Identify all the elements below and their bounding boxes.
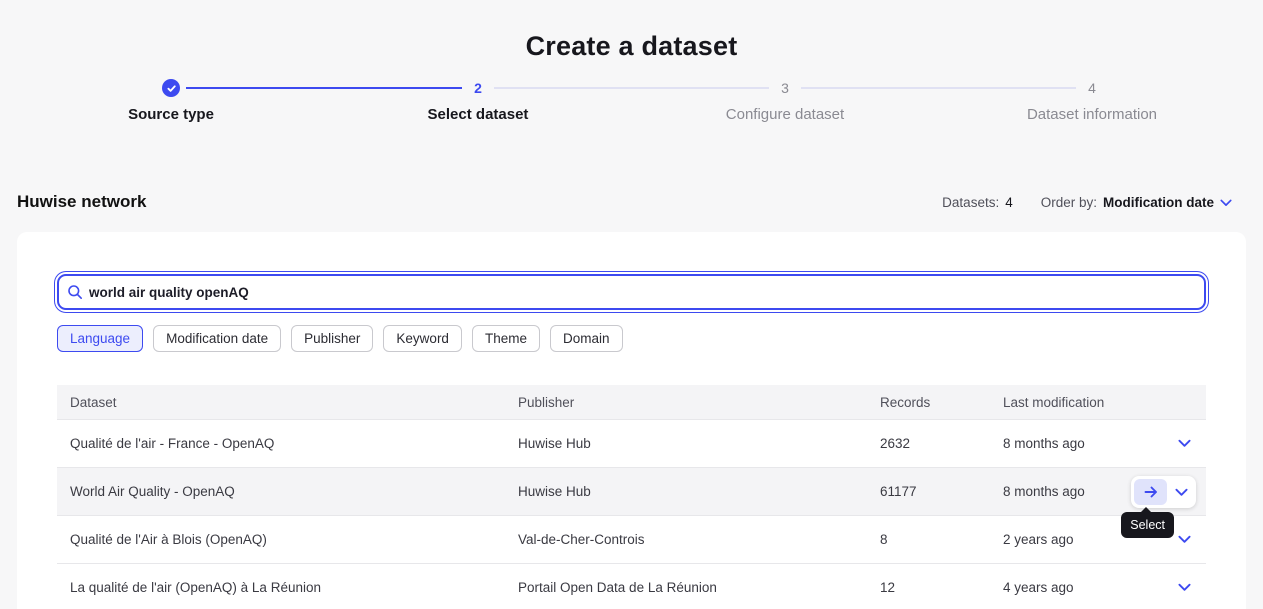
table-row[interactable]: Qualité de l'air - France - OpenAQ Huwis… (57, 420, 1206, 468)
dataset-name: Qualité de l'air - France - OpenAQ (57, 436, 518, 451)
column-header-publisher: Publisher (518, 395, 880, 410)
section-header: Huwise network Datasets: 4 Order by: Mod… (17, 192, 1232, 212)
filter-chip-publisher[interactable]: Publisher (291, 325, 373, 352)
column-header-records: Records (880, 395, 1003, 410)
publisher: Huwise Hub (518, 436, 880, 451)
step-dataset-information[interactable]: 4 Dataset information (972, 78, 1212, 123)
table-row[interactable]: Qualité de l'Air à Blois (OpenAQ) Val-de… (57, 516, 1206, 564)
step-configure-dataset[interactable]: 3 Configure dataset (665, 78, 905, 123)
filter-chip-domain[interactable]: Domain (550, 325, 623, 352)
publisher: Portail Open Data de La Réunion (518, 580, 880, 595)
filter-chip-modification-date[interactable]: Modification date (153, 325, 281, 352)
chevron-down-icon (1178, 583, 1191, 592)
records: 2632 (880, 436, 1003, 451)
column-header-dataset: Dataset (57, 395, 518, 410)
step-label: Source type (51, 106, 291, 123)
table-row[interactable]: La qualité de l'air (OpenAQ) à La Réunio… (57, 564, 1206, 609)
step-completed-check-icon (162, 79, 180, 97)
dataset-name: Qualité de l'Air à Blois (OpenAQ) (57, 532, 518, 547)
expand-row-button[interactable] (1163, 439, 1206, 448)
expand-row-button[interactable] (1163, 583, 1206, 592)
records: 12 (880, 580, 1003, 595)
section-title: Huwise network (17, 192, 146, 212)
order-by-dropdown[interactable]: Order by: Modification date (1041, 195, 1232, 210)
tooltip-text: Select (1130, 518, 1165, 532)
chevron-down-icon (1175, 488, 1188, 497)
last-modification: 4 years ago (1003, 580, 1163, 595)
tooltip-arrow (1140, 507, 1152, 513)
table-row[interactable]: World Air Quality - OpenAQ Huwise Hub 61… (57, 468, 1206, 516)
step-label: Select dataset (358, 106, 598, 123)
step-number: 3 (665, 78, 905, 98)
dataset-browser-card: Language Modification date Publisher Key… (17, 232, 1246, 609)
chevron-down-icon (1178, 439, 1191, 448)
chevron-down-icon (1220, 199, 1232, 207)
step-label: Dataset information (972, 106, 1212, 123)
step-number: 4 (972, 78, 1212, 98)
datasets-count-label: Datasets: (942, 195, 999, 210)
search-bar (57, 274, 1206, 310)
last-modification: 8 months ago (1003, 436, 1163, 451)
publisher: Val-de-Cher-Controis (518, 532, 880, 547)
arrow-right-icon (1143, 484, 1159, 500)
table-header-row: Dataset Publisher Records Last modificat… (57, 385, 1206, 420)
row-actions (1131, 476, 1196, 508)
filter-chip-keyword[interactable]: Keyword (383, 325, 462, 352)
datasets-count-value: 4 (1005, 195, 1013, 210)
filter-chip-language[interactable]: Language (57, 325, 143, 352)
filter-chip-theme[interactable]: Theme (472, 325, 540, 352)
select-dataset-button[interactable] (1134, 479, 1167, 505)
step-select-dataset[interactable]: 2 Select dataset (358, 78, 598, 123)
step-source-type[interactable]: Source type (51, 78, 291, 123)
chevron-down-icon (1178, 535, 1191, 544)
dataset-name: La qualité de l'air (OpenAQ) à La Réunio… (57, 580, 518, 595)
order-by-label: Order by: (1041, 195, 1097, 210)
datasets-table: Dataset Publisher Records Last modificat… (57, 385, 1206, 609)
search-icon (67, 284, 83, 300)
select-tooltip: Select (1121, 512, 1174, 538)
expand-row-button[interactable] (1169, 479, 1193, 505)
records: 61177 (880, 484, 1003, 499)
step-number: 2 (358, 78, 598, 98)
wizard-stepper: Source type 2 Select dataset 3 Configure… (0, 0, 1263, 130)
column-header-last-modification: Last modification (1003, 395, 1163, 410)
dataset-name: World Air Quality - OpenAQ (57, 484, 518, 499)
step-label: Configure dataset (665, 106, 905, 123)
records: 8 (880, 532, 1003, 547)
search-input[interactable] (57, 274, 1206, 310)
order-by-value: Modification date (1103, 195, 1214, 210)
filter-chips: Language Modification date Publisher Key… (57, 325, 1206, 352)
publisher: Huwise Hub (518, 484, 880, 499)
